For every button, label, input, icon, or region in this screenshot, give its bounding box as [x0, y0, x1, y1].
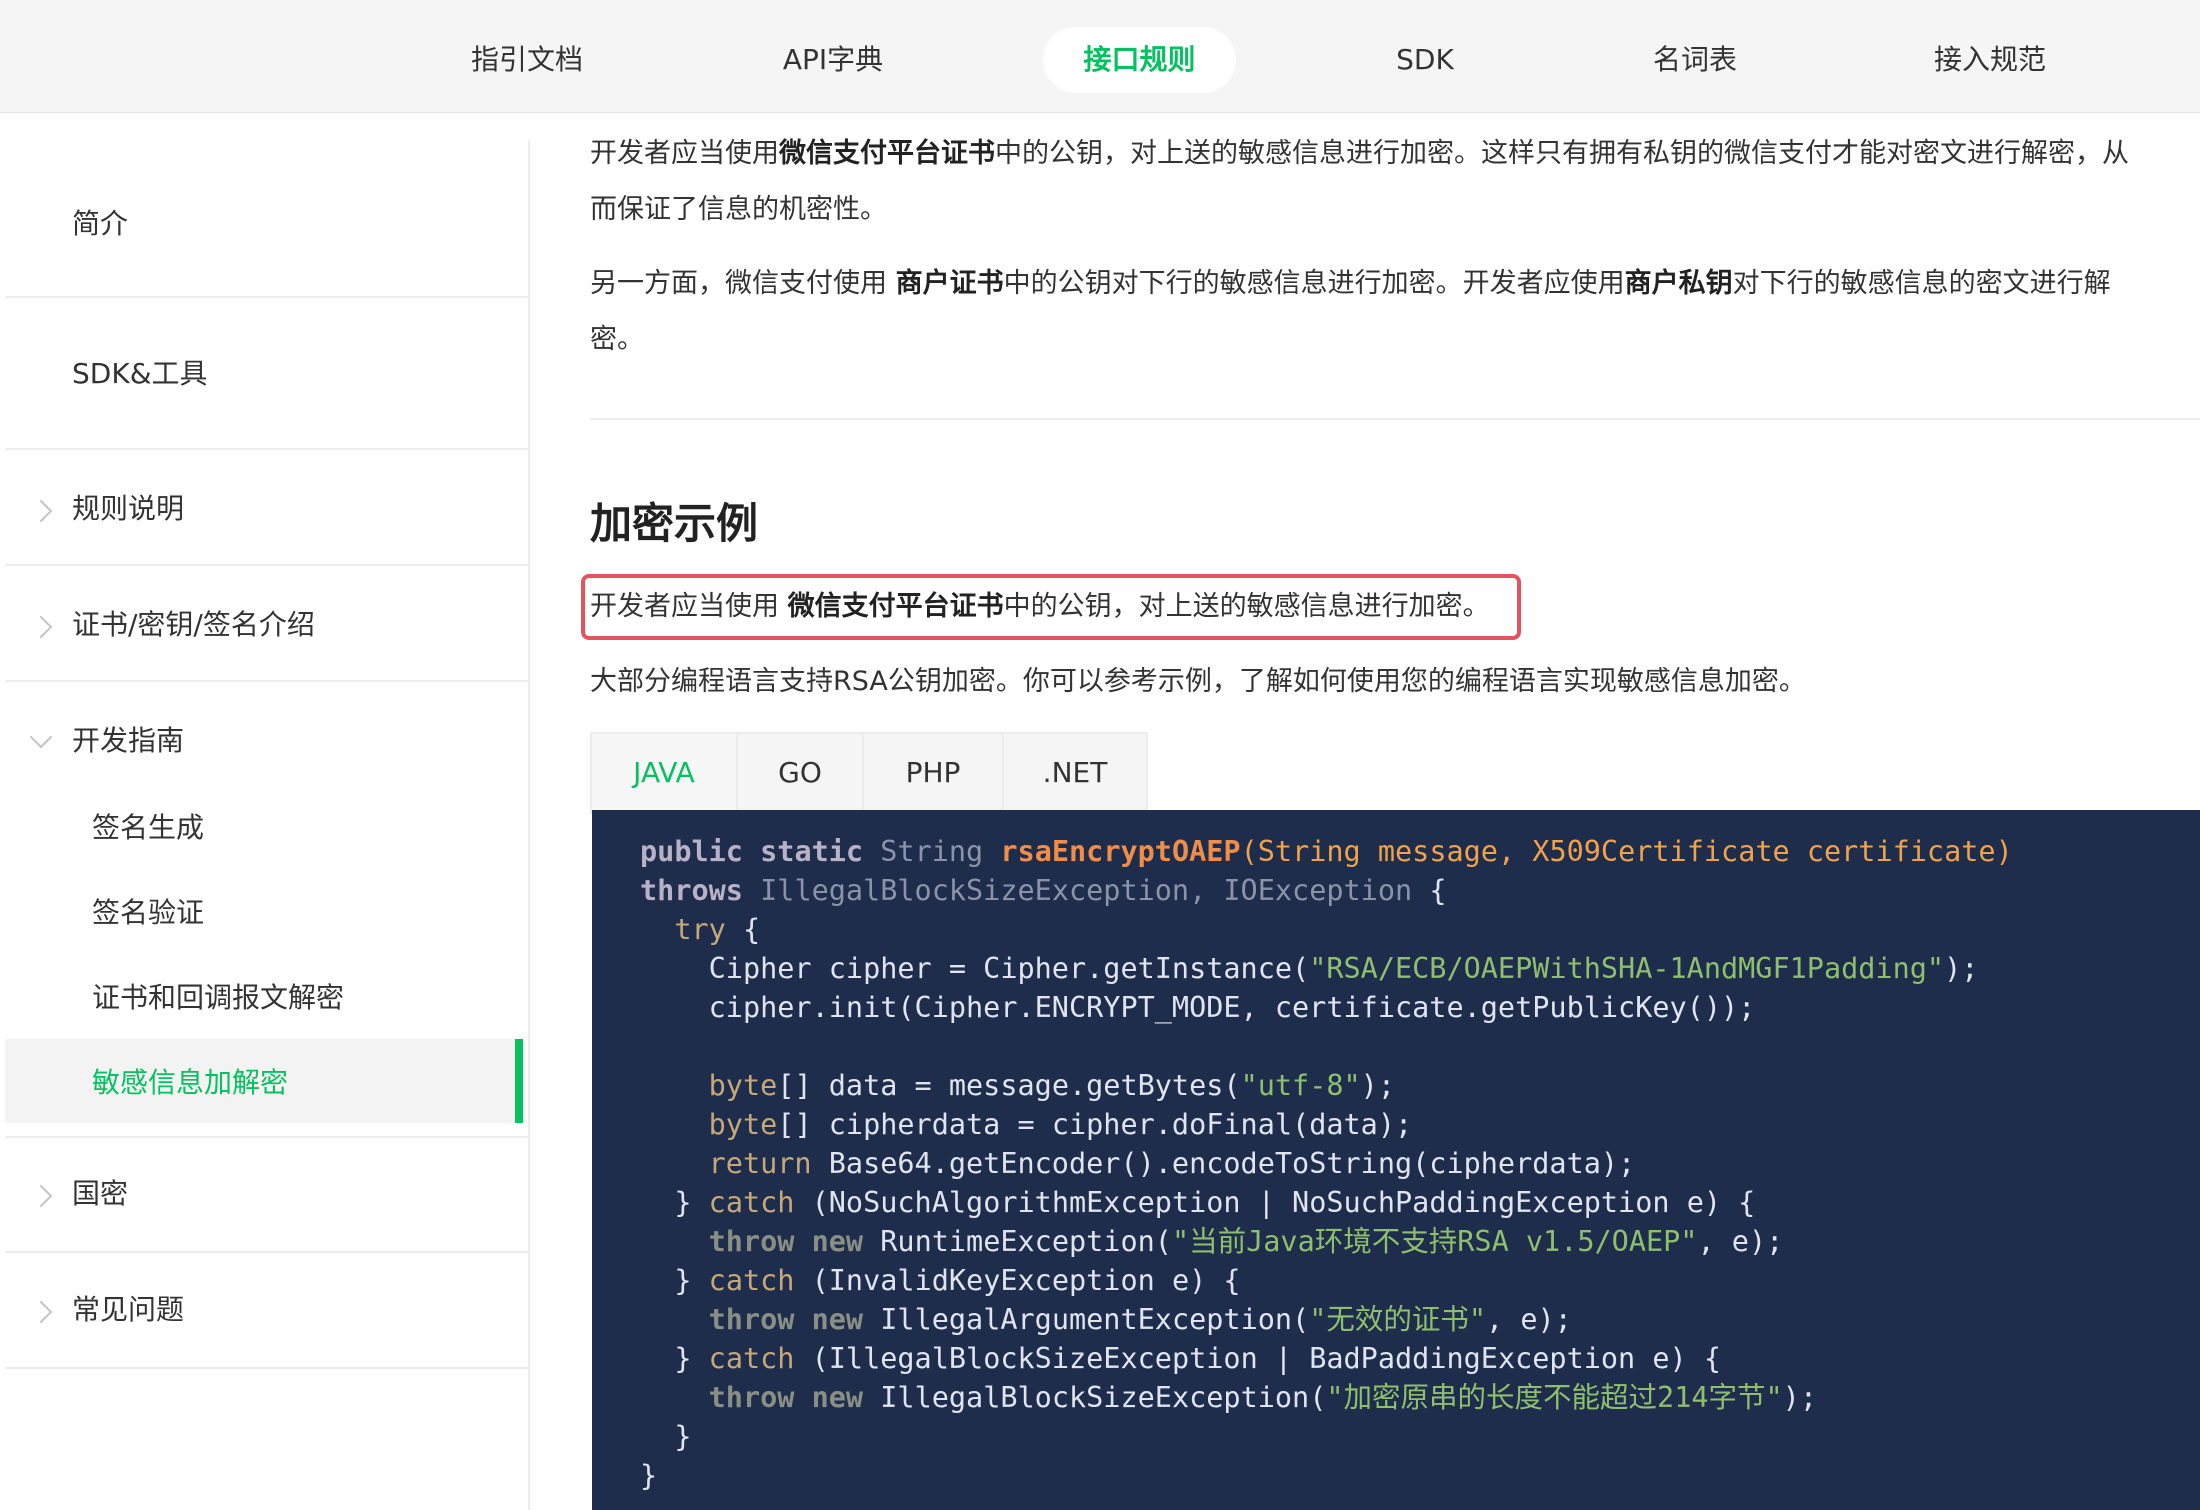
sidebar-subitem-signature-generation[interactable]: 签名生成 [5, 784, 523, 868]
description-paragraph: 大部分编程语言支持RSA公钥加密。你可以参考示例，了解如何使用您的编程语言实现敏… [590, 666, 1806, 697]
section-divider [590, 418, 2200, 420]
sidebar-item-intro[interactable]: 简介 [5, 190, 528, 260]
sidebar-subitem-label: 证书和回调报文解密 [92, 981, 345, 1014]
divider [5, 448, 528, 450]
code-tab-java[interactable]: JAVA [592, 734, 738, 812]
platform-certificate-term: 微信支付平台证书 [787, 591, 1004, 622]
sidebar-item-label: 证书/密钥/签名介绍 [72, 608, 315, 641]
chevron-down-icon [29, 725, 53, 749]
sidebar-item-certificates[interactable]: 证书/密钥/签名介绍 [5, 591, 528, 661]
active-indicator [515, 1039, 523, 1123]
code-tab-go[interactable]: GO [738, 734, 864, 812]
code-block: public static String rsaEncryptOAEP(Stri… [592, 810, 2200, 1510]
sidebar-item-national-crypto[interactable]: 国密 [5, 1160, 528, 1230]
platform-certificate-term: 微信支付平台证书 [779, 138, 995, 169]
sidebar-subitem-label: 敏感信息加解密 [92, 1066, 289, 1099]
sidebar-subitem-sensitive-info-encryption[interactable]: 敏感信息加解密 [5, 1039, 523, 1123]
sidebar-item-faq[interactable]: 常见问题 [5, 1276, 528, 1346]
highlighted-paragraph: 开发者应当使用 微信支付平台证书中的公钥，对上送的敏感信息进行加密。 [590, 591, 1490, 622]
tab-glossary[interactable]: 名词表 [1610, 27, 1780, 93]
chevron-right-icon [29, 1300, 53, 1324]
sidebar-item-dev-guide[interactable]: 开发指南 [5, 707, 528, 777]
divider [5, 680, 528, 682]
sidebar-item-label: SDK&工具 [72, 357, 208, 390]
intro-paragraph-2: 另一方面，微信支付使用 商户证书中的公钥对下行的敏感信息进行加密。开发者应使用商… [590, 256, 2111, 368]
intro-paragraph-2-line-2: 密。 [590, 324, 644, 355]
divider [5, 564, 528, 566]
sidebar-subitem-signature-verification[interactable]: 签名验证 [5, 869, 523, 953]
code-tab-php[interactable]: PHP [864, 734, 1004, 812]
sidebar-item-label: 常见问题 [72, 1293, 185, 1326]
intro-paragraph-2-line-1: 另一方面，微信支付使用 商户证书中的公钥对下行的敏感信息进行加密。开发者应使用商… [590, 268, 2111, 299]
sidebar-item-label: 规则说明 [72, 492, 185, 525]
sidebar-item-rules[interactable]: 规则说明 [5, 475, 528, 545]
chevron-right-icon [29, 615, 53, 639]
sidebar-item-sdk-tools[interactable]: SDK&工具 [5, 340, 528, 410]
merchant-private-key-term: 商户私钥 [1624, 268, 1733, 299]
divider [5, 1367, 528, 1369]
intro-paragraph-1: 开发者应当使用微信支付平台证书中的公钥，对上送的敏感信息进行加密。这样只有拥有私… [590, 126, 2129, 238]
sidebar-item-label: 开发指南 [72, 724, 185, 757]
chevron-right-icon [29, 1184, 53, 1208]
divider [5, 1251, 528, 1253]
tab-sdk[interactable]: SDK [1340, 27, 1510, 93]
tab-api-dictionary[interactable]: API字典 [748, 27, 918, 93]
main-content: 开发者应当使用微信支付平台证书中的公钥，对上送的敏感信息进行加密。这样只有拥有私… [581, 112, 2200, 1510]
intro-paragraph-1-line-2: 而保证了信息的机密性。 [590, 194, 887, 225]
tab-access-spec[interactable]: 接入规范 [1905, 27, 2075, 93]
top-navigation: 指引文档 API字典 接口规则 SDK 名词表 接入规范 [0, 0, 2200, 113]
divider [5, 296, 528, 298]
divider [5, 1136, 528, 1138]
sidebar-item-label: 简介 [72, 207, 129, 240]
sidebar-subitem-callback-decryption[interactable]: 证书和回调报文解密 [5, 954, 523, 1038]
code-text: public static String rsaEncryptOAEP(Stri… [640, 835, 2013, 1492]
sidebar-item-label: 国密 [72, 1177, 129, 1210]
chevron-right-icon [29, 499, 53, 523]
code-tab-dotnet[interactable]: .NET [1004, 734, 1146, 812]
sidebar-subitem-label: 签名生成 [92, 811, 205, 844]
merchant-certificate-term: 商户证书 [895, 268, 1004, 299]
sidebar-subitem-label: 签名验证 [92, 896, 205, 929]
section-title: 加密示例 [590, 499, 759, 548]
tab-guide-docs[interactable]: 指引文档 [442, 27, 612, 93]
tab-interface-rules[interactable]: 接口规则 [1043, 27, 1236, 93]
intro-paragraph-1-line-1: 开发者应当使用微信支付平台证书中的公钥，对上送的敏感信息进行加密。这样只有拥有私… [590, 138, 2129, 169]
code-language-tabs: JAVA GO PHP .NET [590, 732, 1148, 814]
